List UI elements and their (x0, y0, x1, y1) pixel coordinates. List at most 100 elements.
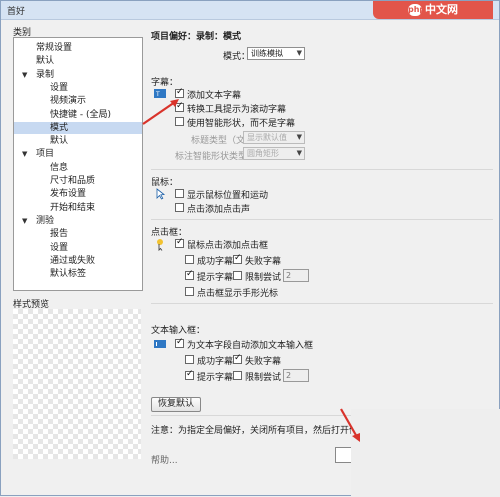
tree-item-label: 默认 (36, 56, 55, 67)
auto-text-entry-label: 为文本字段自动添加文本输入框 (187, 341, 314, 351)
tree-item[interactable]: ▼ 测验 (14, 215, 142, 227)
watermark: php中文网 (373, 1, 493, 19)
tree-item[interactable]: 发布设置 (14, 188, 142, 200)
chevron-down-icon: ▼ (296, 133, 302, 141)
tree-item-label: 尺寸和品质 (50, 176, 96, 186)
expand-arrow-icon[interactable]: ▼ (22, 69, 27, 81)
window-title: 首好 (7, 7, 26, 17)
caption-style-label: 标注智能形状类型 (175, 152, 248, 162)
tree-item[interactable]: 设置 (14, 82, 142, 94)
tree-item-label: 常规设置 (36, 43, 73, 53)
caption-style-value: 圆角矩形 (247, 149, 279, 158)
text-hint-label: 提示字幕 (197, 373, 234, 383)
add-click-box-checkbox[interactable] (175, 237, 184, 248)
show-mouse-label: 显示鼠标位置和运动 (187, 191, 269, 201)
text-limit-attempts-checkbox[interactable] (233, 371, 242, 380)
add-click-sound-label: 点击添加点击声 (187, 205, 251, 215)
hand-cursor-checkbox[interactable] (185, 287, 194, 296)
watermark-text: 中文网 (425, 3, 458, 16)
tree-item-label: 设置 (50, 242, 69, 253)
tree-item[interactable]: 默认标签 (14, 268, 142, 280)
click-failure-checkbox[interactable] (233, 253, 242, 264)
mode-select[interactable]: 训练模拟 ▼ (247, 47, 305, 60)
click-limit-attempts-label: 限制尝试 (245, 273, 282, 283)
caption-type-value: 显示默认值 (247, 133, 287, 142)
tree-item[interactable]: 尺寸和品质 (14, 175, 142, 187)
divider (151, 303, 493, 304)
tree-item-label: 通过或失败 (50, 255, 96, 266)
divider (151, 169, 493, 170)
add-click-sound-checkbox[interactable] (175, 203, 184, 212)
hand-cursor-label: 点击框显示手形光标 (197, 289, 279, 299)
expand-arrow-icon[interactable]: ▼ (22, 148, 27, 160)
divider (151, 219, 493, 220)
tree-item[interactable]: 报告 (14, 228, 142, 240)
click-box-icon (157, 239, 163, 251)
tree-item[interactable]: 默认 (14, 55, 142, 67)
expand-arrow-icon[interactable]: ▼ (22, 215, 27, 227)
tree-item-label: 项目 (36, 149, 55, 160)
tree-item[interactable]: 默认 (14, 135, 142, 147)
click-success-label: 成功字幕 (197, 257, 234, 267)
annotation-arrow-icon (142, 99, 179, 125)
text-success-checkbox[interactable] (185, 355, 194, 364)
restore-defaults-button[interactable]: 恢复默认 (151, 397, 201, 412)
tree-item[interactable]: ▼ 项目 (14, 148, 142, 160)
click-hint-label: 提示字幕 (197, 273, 234, 283)
text-hint-checkbox[interactable] (185, 369, 194, 380)
text-limit-attempts-label: 限制尝试 (245, 373, 282, 383)
watermark-logo: php (408, 4, 426, 16)
show-mouse-checkbox[interactable] (175, 189, 184, 198)
tree-item-label: 报告 (50, 229, 69, 240)
tree-item-label: 设置 (50, 82, 69, 93)
click-success-checkbox[interactable] (185, 255, 194, 264)
click-failure-label: 失败字幕 (245, 257, 282, 267)
category-tree[interactable]: 常规设置 默认 ▼ 录制 设置 视频演示 快捷键 - (全局) 模式 默认 ▼ 项目 信息 尺寸和品质发… (13, 37, 143, 291)
tree-item-label: 视频演示 (50, 96, 87, 107)
tree-item[interactable]: 常规设置 (14, 42, 142, 54)
caption-style-select[interactable]: 圆角矩形 ▼ (243, 147, 305, 160)
tree-item[interactable]: 通过或失败 (14, 255, 142, 267)
tree-item-label: 默认 (50, 136, 69, 147)
tree-item[interactable]: 快捷键 - (全局) (14, 109, 142, 121)
tree-item-label: 开始和结束 (50, 202, 96, 213)
click-limit-attempts-checkbox[interactable] (233, 271, 242, 280)
chevron-down-icon: ▼ (296, 49, 302, 57)
style-preview (13, 309, 141, 459)
text-entry-title: 文本输入框： (151, 326, 206, 336)
add-text-captions-label: 添加文本字幕 (187, 91, 242, 101)
tree-item[interactable]: 模式 (14, 121, 142, 134)
tree-item[interactable]: ▼ 录制 (14, 69, 142, 81)
tree-item-label: 录制 (36, 69, 55, 80)
caption-type-select[interactable]: 显示默认值 ▼ (243, 131, 305, 144)
text-attempts-input[interactable]: 2 (283, 369, 309, 382)
convert-tooltips-label: 转换工具提示为滚动字幕 (187, 105, 287, 115)
mouse-icon (156, 188, 166, 200)
mode-select-value: 训练模拟 (251, 49, 283, 58)
annotation-arrow-icon (340, 408, 360, 442)
tree-item-label: 模式 (50, 122, 69, 133)
text-entry-icon (154, 340, 166, 348)
click-attempts-input[interactable]: 2 (283, 269, 309, 282)
tree-item-label: 发布设置 (50, 189, 87, 200)
chevron-down-icon: ▼ (296, 149, 302, 157)
help-link[interactable]: 帮助... (151, 453, 178, 466)
text-failure-label: 失败字幕 (245, 357, 282, 367)
auto-text-entry-checkbox[interactable] (175, 337, 184, 348)
tree-item[interactable]: 设置 (14, 242, 142, 254)
click-hint-checkbox[interactable] (185, 269, 194, 280)
tree-item[interactable]: 信息 (14, 162, 142, 174)
tree-item[interactable]: 开始和结束 (14, 202, 142, 214)
blurred-region (351, 409, 500, 497)
preferences-window: 首好 php中文网 类别 常规设置 默认 ▼ 录制 设置 视频演示 快捷键 - (全局) 模式… (0, 0, 500, 497)
tree-item-label: 信息 (50, 162, 69, 173)
text-failure-checkbox[interactable] (233, 353, 242, 364)
tree-item-label: 快捷键 - (全局) (50, 109, 111, 120)
tree-item[interactable]: 视频演示 (14, 95, 142, 107)
mode-label: 模式： (223, 52, 251, 62)
panel-heading: 项目偏好：录制：模式 (151, 32, 242, 42)
text-success-label: 成功字幕 (197, 357, 234, 367)
note-text: 注意：为指定全局偏好，关闭所有项目，然后打开偏 (151, 426, 359, 436)
tree-item-label: 默认标签 (50, 269, 87, 280)
tree-item-label: 测验 (36, 215, 55, 226)
